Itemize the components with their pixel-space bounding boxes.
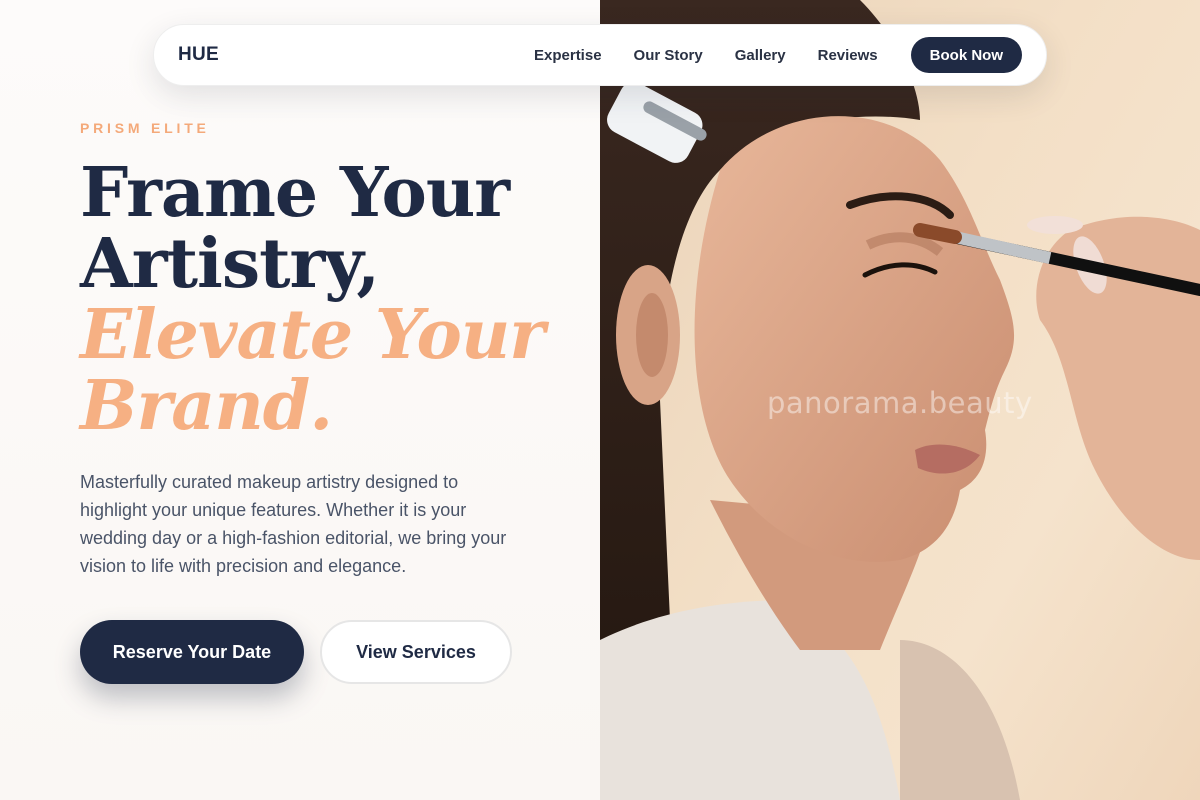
reserve-date-button[interactable]: Reserve Your Date: [80, 620, 304, 684]
nav-link-gallery[interactable]: Gallery: [735, 47, 786, 64]
nav-link-our-story[interactable]: Our Story: [634, 47, 703, 64]
hero-eyebrow: PRISM ELITE: [80, 120, 210, 136]
view-services-button[interactable]: View Services: [320, 620, 512, 684]
nav-link-reviews[interactable]: Reviews: [818, 47, 878, 64]
brand-logo[interactable]: HUE: [178, 44, 219, 66]
headline-line-2: Artistry,: [80, 224, 380, 304]
nav-link-expertise[interactable]: Expertise: [534, 47, 602, 64]
hero-headline: Frame Your Artistry, Elevate Your Brand.: [80, 153, 545, 446]
top-navigation: HUE Expertise Our Story Gallery Reviews …: [153, 24, 1047, 86]
headline-line-1: Frame Your: [80, 153, 510, 233]
headline-accent-line-2: Brand.: [80, 366, 333, 446]
photo-watermark: panorama.beauty: [767, 386, 1033, 420]
hero-description: Masterfully curated makeup artistry desi…: [80, 472, 507, 576]
headline-accent-line-1: Elevate Your: [80, 295, 545, 375]
book-now-button[interactable]: Book Now: [910, 37, 1022, 73]
nav-links: Expertise Our Story Gallery Reviews Book…: [534, 37, 1022, 73]
